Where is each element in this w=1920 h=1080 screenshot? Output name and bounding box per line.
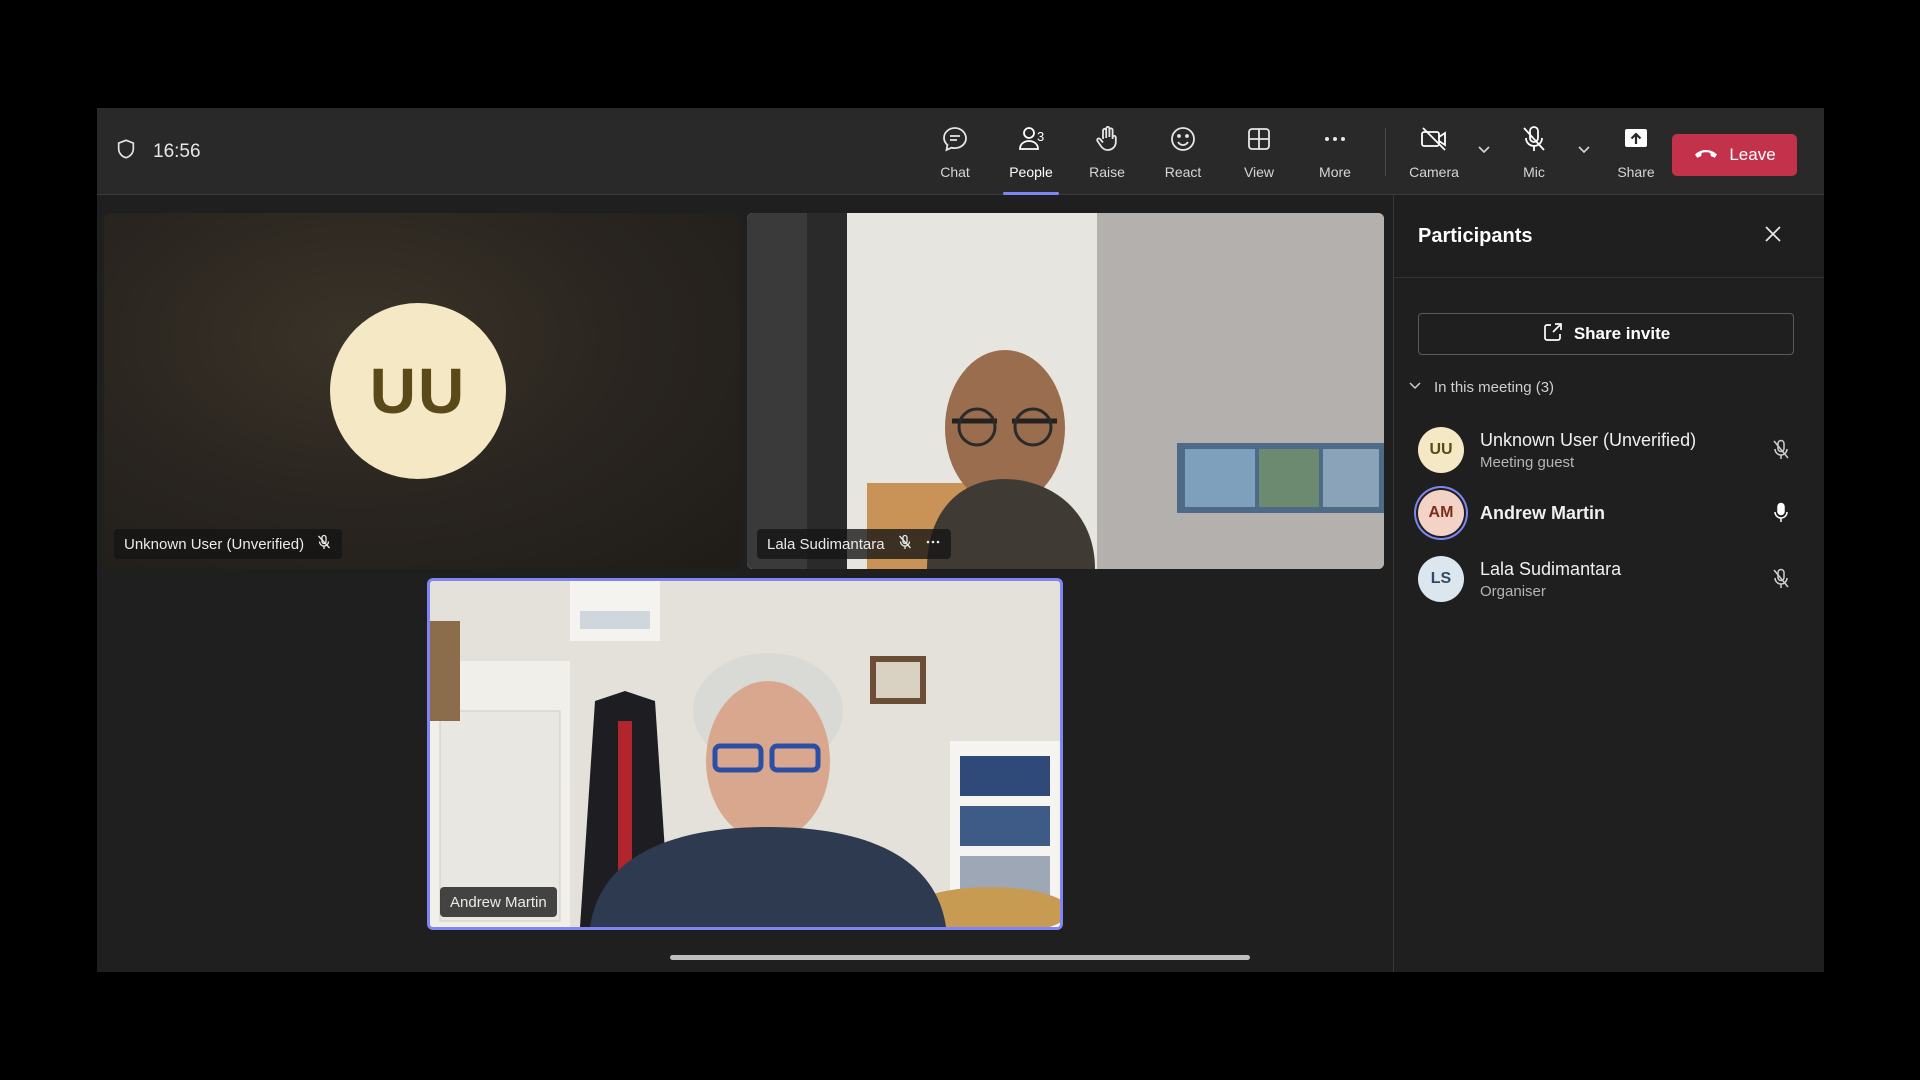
tile-name-text: Andrew Martin [450, 893, 547, 911]
share-label: Share [1617, 163, 1655, 180]
react-button[interactable]: React [1145, 108, 1221, 195]
react-label: React [1164, 163, 1202, 180]
smiley-icon [1168, 124, 1198, 159]
video-tile-lala-sudimantara[interactable]: Lala Sudimantara [747, 213, 1384, 569]
avatar: UU [330, 303, 506, 479]
in-meeting-section-toggle[interactable]: In this meeting (3) [1408, 378, 1554, 396]
raise-hand-button[interactable]: Raise [1069, 108, 1145, 195]
toolbar-divider [1385, 127, 1386, 176]
share-icon [1542, 321, 1564, 348]
timer-text: 16:56 [153, 140, 201, 162]
participant-name: Andrew Martin [1480, 502, 1606, 523]
chevron-down-icon [1408, 378, 1422, 396]
leave-button[interactable]: Leave [1672, 134, 1797, 176]
people-button[interactable]: 3 People [993, 108, 1069, 195]
grid-view-icon [1244, 124, 1274, 159]
shield-icon [115, 138, 137, 166]
participant-info: Lala Sudimantara Organiser [1480, 559, 1768, 600]
mic-off-icon [1519, 124, 1549, 159]
chat-button[interactable]: Chat [917, 108, 993, 195]
leave-label: Leave [1729, 145, 1776, 164]
mic-off-icon [316, 534, 332, 554]
participant-info: Unknown User (Unverified) Meeting guest [1480, 430, 1768, 471]
mic-off-icon [1768, 437, 1794, 463]
tile-name-label: Unknown User (Unverified) [114, 529, 343, 559]
tile-name-text: Unknown User (Unverified) [124, 535, 305, 553]
share-button[interactable]: Share [1598, 108, 1674, 195]
share-invite-button[interactable]: Share invite [1418, 313, 1794, 355]
video-feed-image [747, 213, 1384, 569]
tile-name-text: Lala Sudimantara [767, 535, 885, 553]
participant-row[interactable]: AM Andrew Martin [1418, 486, 1794, 540]
chat-label: Chat [940, 163, 970, 180]
camera-off-icon [1419, 124, 1449, 159]
camera-options-button[interactable] [1470, 108, 1498, 195]
video-tile-unknown-user[interactable]: UU Unknown User (Unverified) [104, 213, 740, 569]
avatar: LS [1418, 556, 1464, 602]
panel-title: Participants [1418, 225, 1533, 247]
participant-info: Andrew Martin [1480, 503, 1768, 524]
phone-hangup-icon [1693, 144, 1719, 167]
mic-off-icon [897, 534, 913, 554]
raise-label: Raise [1089, 163, 1125, 180]
view-button[interactable]: View [1221, 108, 1297, 195]
close-icon [1763, 224, 1783, 249]
view-label: View [1243, 163, 1275, 180]
close-panel-button[interactable] [1760, 223, 1786, 249]
tile-name-label: Andrew Martin [440, 887, 557, 917]
participant-name: Unknown User (Unverified) [1480, 429, 1697, 450]
participant-name: Lala Sudimantara [1480, 558, 1622, 579]
video-feed-image [430, 581, 1060, 927]
chevron-down-icon [1477, 142, 1491, 161]
participant-role: Organiser [1480, 582, 1546, 600]
avatar: AM [1418, 490, 1464, 536]
more-dots-icon [1320, 124, 1350, 159]
mic-button[interactable]: Mic [1498, 108, 1570, 195]
chat-icon [940, 124, 970, 159]
chevron-down-icon [1577, 142, 1591, 161]
mic-icon [1768, 500, 1794, 526]
tile-name-label: Lala Sudimantara [757, 529, 951, 559]
mic-label: Mic [1523, 163, 1545, 180]
panel-divider [1394, 277, 1824, 278]
top-bar: 16:56 Chat 3 People Raise React View Mor… [97, 108, 1824, 195]
people-label: People [1009, 163, 1053, 180]
camera-button[interactable]: Camera [1398, 108, 1470, 195]
meeting-window: 16:56 Chat 3 People Raise React View Mor… [97, 108, 1824, 972]
camera-label: Camera [1409, 163, 1459, 180]
more-label: More [1319, 163, 1351, 180]
video-tile-andrew-martin[interactable]: Andrew Martin [427, 578, 1063, 930]
mic-options-button[interactable] [1570, 108, 1598, 195]
more-button[interactable]: More [1297, 108, 1373, 195]
people-count: 3 [1037, 129, 1045, 144]
share-screen-icon [1621, 124, 1651, 159]
participant-row[interactable]: LS Lala Sudimantara Organiser [1418, 552, 1794, 606]
hand-icon [1092, 124, 1122, 159]
meeting-toolbar: Chat 3 People Raise React View More Came… [917, 108, 1674, 195]
participant-role: Meeting guest [1480, 453, 1575, 471]
share-invite-label: Share invite [1573, 324, 1671, 343]
meeting-timer: 16:56 [115, 108, 201, 195]
section-label: In this meeting (3) [1434, 378, 1555, 396]
participants-panel: Participants Share invite In this meetin… [1393, 195, 1824, 972]
more-dots-icon[interactable] [925, 534, 941, 554]
mic-off-icon [1768, 566, 1794, 592]
participant-row[interactable]: UU Unknown User (Unverified) Meeting gue… [1418, 423, 1794, 477]
horizontal-scrollbar[interactable] [670, 955, 1250, 960]
avatar: UU [1418, 427, 1464, 473]
